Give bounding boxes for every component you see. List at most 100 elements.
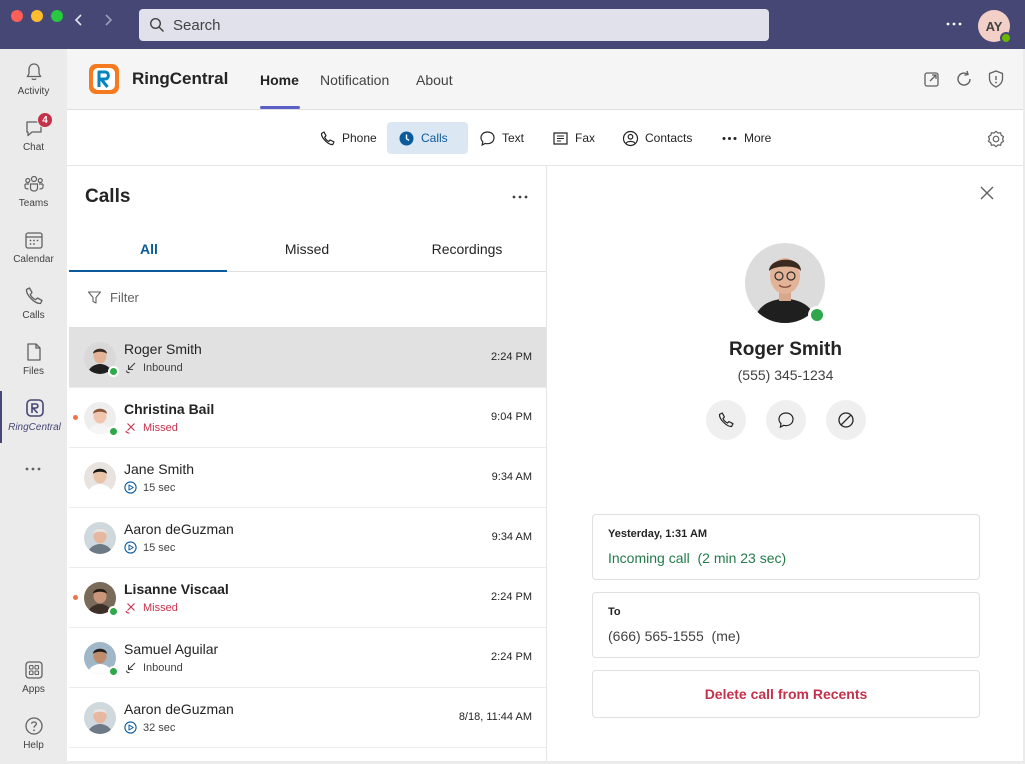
- rail-item-help[interactable]: Help: [0, 709, 67, 761]
- recipient-value: (666) 565-1555 (me): [608, 628, 740, 644]
- contact-phone: (555) 345-1234: [737, 367, 834, 383]
- call-time-label: Yesterday, 1:31 AM: [608, 528, 708, 540]
- call-recipient-card: To (666) 565-1555 (me): [592, 592, 980, 658]
- call-time: 2:24 PM: [491, 351, 532, 363]
- filter-placeholder: Filter: [110, 290, 139, 305]
- call-back-button[interactable]: [706, 400, 746, 440]
- shield-icon[interactable]: [986, 69, 1006, 89]
- subnav-label-text: Text: [502, 131, 525, 145]
- file-icon: [26, 343, 41, 361]
- filter-icon: [87, 291, 102, 304]
- close-icon[interactable]: [978, 184, 996, 202]
- caller-name: Aaron deGuzman: [124, 521, 234, 537]
- refresh-icon[interactable]: [954, 69, 974, 89]
- rail-item-files[interactable]: Files: [0, 335, 67, 387]
- forward-arrow-icon[interactable]: [100, 12, 116, 28]
- message-icon: [778, 412, 794, 429]
- tab-notification[interactable]: Notification: [320, 72, 389, 88]
- call-list-item[interactable]: Roger Smith Inbound 2:24 PM: [69, 328, 546, 388]
- caller-avatar: [84, 402, 119, 437]
- subnav-calls[interactable]: Calls: [387, 122, 468, 154]
- minimize-window-button[interactable]: [31, 10, 43, 22]
- missed-call-icon: [125, 603, 135, 614]
- tab-about[interactable]: About: [416, 72, 453, 88]
- tab-missed[interactable]: Missed: [227, 241, 387, 257]
- pop-out-icon[interactable]: [922, 69, 942, 89]
- caller-avatar: [84, 582, 119, 617]
- subnav-label-fax: Fax: [575, 131, 596, 145]
- presence-indicator: [108, 426, 119, 437]
- rail-item-activity[interactable]: Activity: [0, 55, 67, 107]
- caller-photo: [84, 462, 116, 494]
- subnav-text[interactable]: Text: [468, 122, 535, 154]
- rail-item-calendar[interactable]: Calendar: [0, 223, 67, 275]
- call-status: 15 sec: [124, 541, 175, 554]
- back-arrow-icon[interactable]: [71, 12, 87, 28]
- maximize-window-button[interactable]: [51, 10, 63, 22]
- delete-call-button[interactable]: Delete call from Recents: [592, 670, 980, 718]
- rail-item-calls[interactable]: Calls: [0, 279, 67, 331]
- rail-item-teams[interactable]: Teams: [0, 167, 67, 219]
- search-input[interactable]: Search: [139, 9, 769, 41]
- caller-avatar: [84, 642, 119, 677]
- subnav-fax[interactable]: Fax: [541, 122, 606, 154]
- contact-name: Roger Smith: [729, 339, 842, 360]
- call-status-text: 32 sec: [143, 721, 176, 734]
- close-window-button[interactable]: [11, 10, 23, 22]
- caller-name: Aaron deGuzman: [124, 701, 234, 717]
- call-status: Inbound: [124, 361, 183, 374]
- call-list-item[interactable]: Aaron deGuzman 15 sec 9:34 AM: [69, 508, 546, 568]
- active-tab-indicator: [260, 106, 300, 109]
- missed-call-icon: [125, 423, 135, 434]
- caller-avatar: [84, 522, 116, 554]
- more-apps-icon[interactable]: [24, 460, 42, 478]
- rail-item-ringcentral[interactable]: RingCentral: [0, 391, 67, 443]
- call-time: 2:24 PM: [491, 651, 532, 663]
- tab-home[interactable]: Home: [260, 72, 299, 88]
- subnav-more[interactable]: More: [710, 122, 782, 154]
- user-initials: AY: [985, 18, 1003, 34]
- tab-recordings[interactable]: Recordings: [387, 241, 546, 257]
- call-status-text: 15 sec: [143, 481, 176, 494]
- fax-icon: [553, 131, 568, 145]
- more-icon: [722, 136, 737, 140]
- rail-item-apps[interactable]: Apps: [0, 653, 67, 705]
- contact-presence-indicator: [808, 306, 826, 324]
- subnav-phone[interactable]: Phone: [308, 122, 388, 154]
- calls-more-icon[interactable]: [511, 188, 529, 206]
- call-list-item[interactable]: Jane Smith 15 sec 9:34 AM: [69, 448, 546, 508]
- block-number-button[interactable]: [826, 400, 866, 440]
- call-list-item[interactable]: Samuel Aguilar Inbound 2:24 PM: [69, 628, 546, 688]
- caller-photo: [84, 522, 116, 554]
- inbound-call-icon: [125, 362, 136, 374]
- call-detail-panel: Roger Smith (555) 345-1234 Yesterday, 1:…: [548, 166, 1023, 761]
- filter-input[interactable]: Filter: [87, 290, 139, 305]
- rail-label-chat: Chat: [22, 142, 45, 153]
- call-list-item[interactable]: Aaron deGuzman 32 sec 8/18, 11:44 AM: [69, 688, 546, 748]
- caller-name: Lisanne Viscaal: [124, 581, 229, 597]
- call-status-text: Inbound: [143, 361, 183, 374]
- user-avatar[interactable]: AY: [978, 10, 1012, 44]
- call-list-item[interactable]: Lisanne Viscaal Missed 2:24 PM: [69, 568, 546, 628]
- call-time: 9:34 AM: [491, 531, 532, 543]
- tab-all[interactable]: All: [69, 241, 229, 257]
- call-status: Missed: [124, 421, 178, 434]
- rail-label-activity: Activity: [17, 86, 50, 97]
- message-icon: [480, 130, 495, 146]
- calls-list-panel: Calls All Missed Recordings Filter Roger…: [67, 166, 547, 761]
- presence-indicator: [1000, 32, 1012, 44]
- call-time: 9:34 AM: [491, 471, 532, 483]
- play-recording-icon: [124, 481, 137, 494]
- settings-gear-icon[interactable]: [986, 129, 1006, 149]
- caller-name: Samuel Aguilar: [124, 641, 219, 657]
- recipient-number: (666) 565-1555: [608, 628, 704, 644]
- send-message-button[interactable]: [766, 400, 806, 440]
- caller-avatar: [84, 462, 116, 494]
- rail-item-chat[interactable]: 4 Chat: [0, 111, 67, 163]
- contact-avatar: [745, 243, 826, 324]
- unread-dot: [73, 415, 78, 420]
- call-list-item[interactable]: Christina Bail Missed 9:04 PM: [69, 388, 546, 448]
- phone-icon: [25, 287, 43, 305]
- more-options-icon[interactable]: [945, 15, 963, 33]
- subnav-contacts[interactable]: Contacts: [611, 122, 703, 154]
